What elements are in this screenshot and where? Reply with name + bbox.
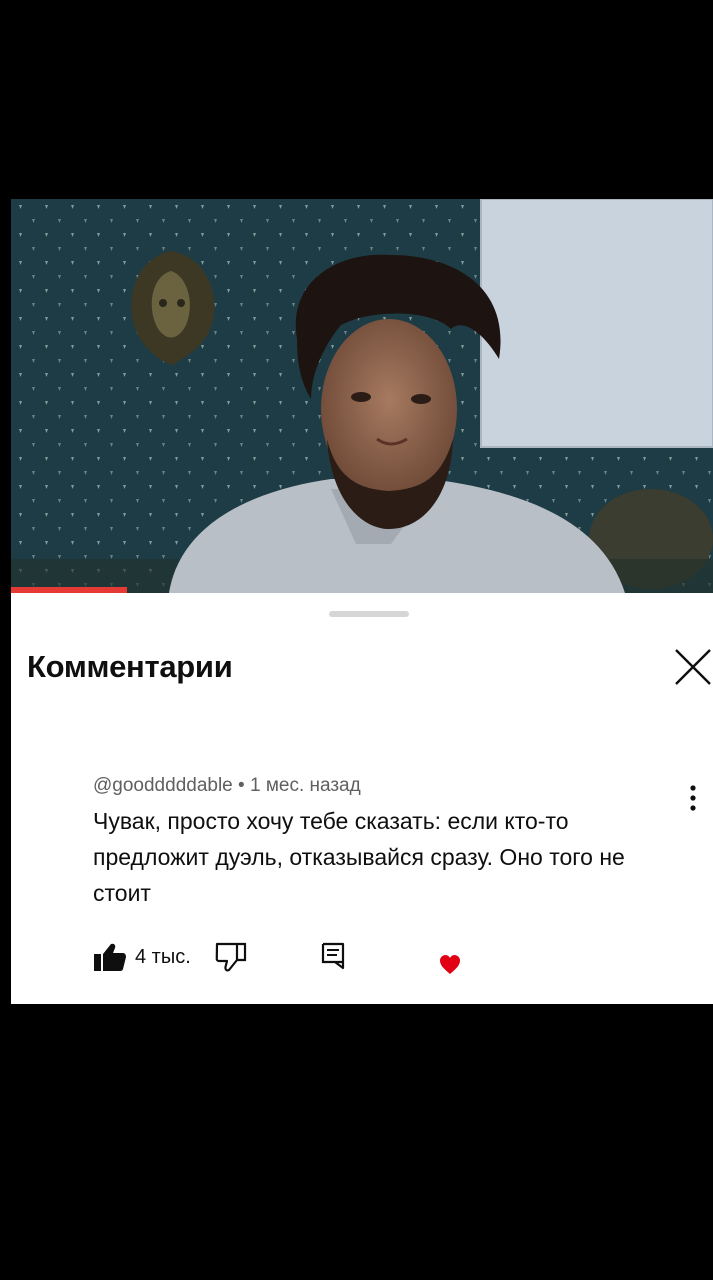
meta-separator: • <box>238 775 245 796</box>
video-frame <box>11 199 713 593</box>
comment-meta: @goodddddable • 1 мес. назад <box>93 775 361 797</box>
more-vert-icon <box>690 785 696 811</box>
thumbs-down-icon <box>215 942 247 972</box>
reply-icon <box>321 942 345 970</box>
comment-actions: 4 тыс. <box>93 938 693 978</box>
close-button[interactable] <box>673 647 713 687</box>
drag-handle[interactable] <box>329 611 409 617</box>
dislike-button[interactable] <box>215 942 247 972</box>
heart-icon <box>440 955 460 974</box>
comment-text: Чувак, просто хочу тебе сказать: если кт… <box>93 808 625 906</box>
video-player[interactable] <box>11 199 713 593</box>
like-count: 4 тыс. <box>135 946 191 968</box>
creator-heart <box>439 954 461 976</box>
comment-time: 1 мес. назад <box>249 775 361 796</box>
close-icon <box>675 649 711 685</box>
like-button[interactable] <box>93 942 127 972</box>
panel-title: Комментарии <box>27 649 233 684</box>
comments-sheet: Комментарии @goodddddable • 1 мес. назад… <box>11 593 713 1004</box>
reply-button[interactable] <box>321 942 347 970</box>
thumbs-up-icon <box>94 943 126 971</box>
comment-author[interactable]: @goodddddable <box>93 775 233 796</box>
comment-more-button[interactable] <box>681 783 705 813</box>
